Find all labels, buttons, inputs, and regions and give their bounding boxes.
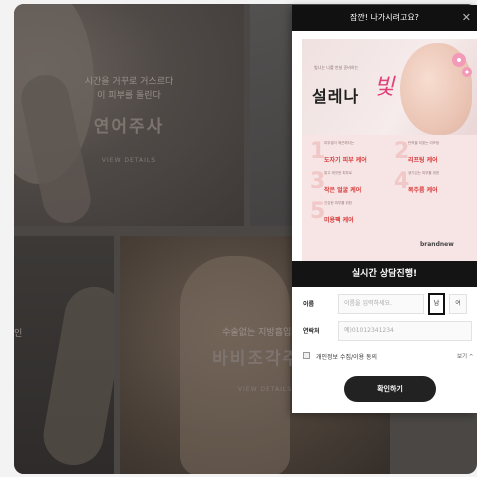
gender-male-button[interactable]: 남 — [428, 293, 445, 315]
promo-banner[interactable]: 빛나는 나를 만날 준비하는 설레나 빛 1 피부결이 매끈해지는 도자기 피부… — [302, 39, 477, 261]
consent-label: 개인정보 수집/이용 동의 — [316, 354, 378, 361]
banner-subtitle: 빛나는 나를 만날 준비하는 — [314, 65, 359, 70]
close-icon[interactable]: ✕ — [462, 5, 471, 31]
step-label: 작은 얼굴 케어 — [324, 187, 362, 194]
step-desc: 피부결이 매끈해지는 — [324, 141, 355, 145]
page-stage: 시간을 거꾸로 거스르다 이 피부를 돌린다 연어주사 VIEW DETAILS… — [0, 0, 477, 477]
popup-header: 잠깐! 나가시려고요? ✕ — [292, 5, 477, 31]
popup-title: 잠깐! 나가시려고요? — [350, 13, 419, 22]
tile-salmon-view-details[interactable]: VIEW DETAILS — [14, 157, 244, 164]
flower-icon — [452, 53, 466, 67]
step-desc: 생기있는 피부를 위한 — [408, 171, 440, 175]
submit-button[interactable]: 확인하기 — [344, 376, 436, 402]
live-consult-bar: 실시간 상담진행! — [292, 261, 477, 287]
hand-image — [38, 282, 114, 470]
consent-view-link[interactable]: 보기 ^ — [457, 352, 473, 360]
step-item: 4 생기있는 피부를 위한 복주름 케어 — [394, 169, 474, 197]
step-desc: 건강한 피부를 위한 — [324, 201, 352, 205]
banner-title: 설레나 — [312, 87, 360, 106]
consent-checkbox[interactable] — [303, 352, 310, 359]
tile-salmon-line1: 시간을 거꾸로 거스르다 — [84, 77, 174, 87]
brand-logo: brandnew — [420, 241, 454, 248]
step-label: 미용팩 케어 — [324, 217, 354, 224]
step-desc: 맑고 깨끗한 피부로 — [324, 171, 352, 175]
tile-salmon-title: 연어주사 — [93, 117, 165, 137]
banner-title-accent: 빛 — [374, 75, 395, 100]
exit-popup: 잠깐! 나가시려고요? ✕ 빛나는 나를 만날 준비하는 설레나 빛 1 피부결… — [292, 5, 477, 413]
name-input[interactable]: 이름을 입력하세요. — [338, 294, 424, 314]
step-label: 리프팅 케어 — [408, 157, 438, 164]
flower-icon — [462, 67, 472, 77]
step-label: 도자기 피부 케어 — [324, 157, 367, 164]
step-label: 복주름 케어 — [408, 187, 438, 194]
consent-row: 개인정보 수집/이용 동의 보기 ^ — [292, 348, 477, 364]
phone-input[interactable]: 예)01012341234 — [338, 321, 472, 341]
phone-label: 연락처 — [303, 328, 320, 335]
tile-salmon-injection[interactable]: 시간을 거꾸로 거스르다 이 피부를 돌린다 연어주사 VIEW DETAILS — [14, 4, 244, 226]
tile-left-hand[interactable]: 인 — [14, 236, 114, 474]
gender-female-button[interactable]: 여 — [449, 294, 467, 314]
step-item: 3 맑고 깨끗한 피부로 작은 얼굴 케어 — [310, 169, 390, 197]
phone-row: 연락처 예)01012341234 — [292, 318, 477, 344]
banner-hero: 빛나는 나를 만날 준비하는 설레나 빛 — [302, 39, 477, 135]
step-item: 5 건강한 피부를 위한 미용팩 케어 — [310, 199, 390, 227]
step-item: 1 피부결이 매끈해지는 도자기 피부 케어 — [310, 139, 390, 167]
tile-left-text: 인 — [14, 329, 23, 339]
banner-steps: 1 피부결이 매끈해지는 도자기 피부 케어 2 탄력을 되찾는 리프팅 리프팅… — [302, 135, 477, 261]
step-item: 2 탄력을 되찾는 리프팅 리프팅 케어 — [394, 139, 474, 167]
name-label: 이름 — [303, 301, 315, 308]
name-row: 이름 이름을 입력하세요. 남 여 — [292, 291, 477, 317]
step-desc: 탄력을 되찾는 리프팅 — [408, 141, 440, 145]
tile-salmon-line2: 이 피부를 돌린다 — [97, 91, 161, 101]
